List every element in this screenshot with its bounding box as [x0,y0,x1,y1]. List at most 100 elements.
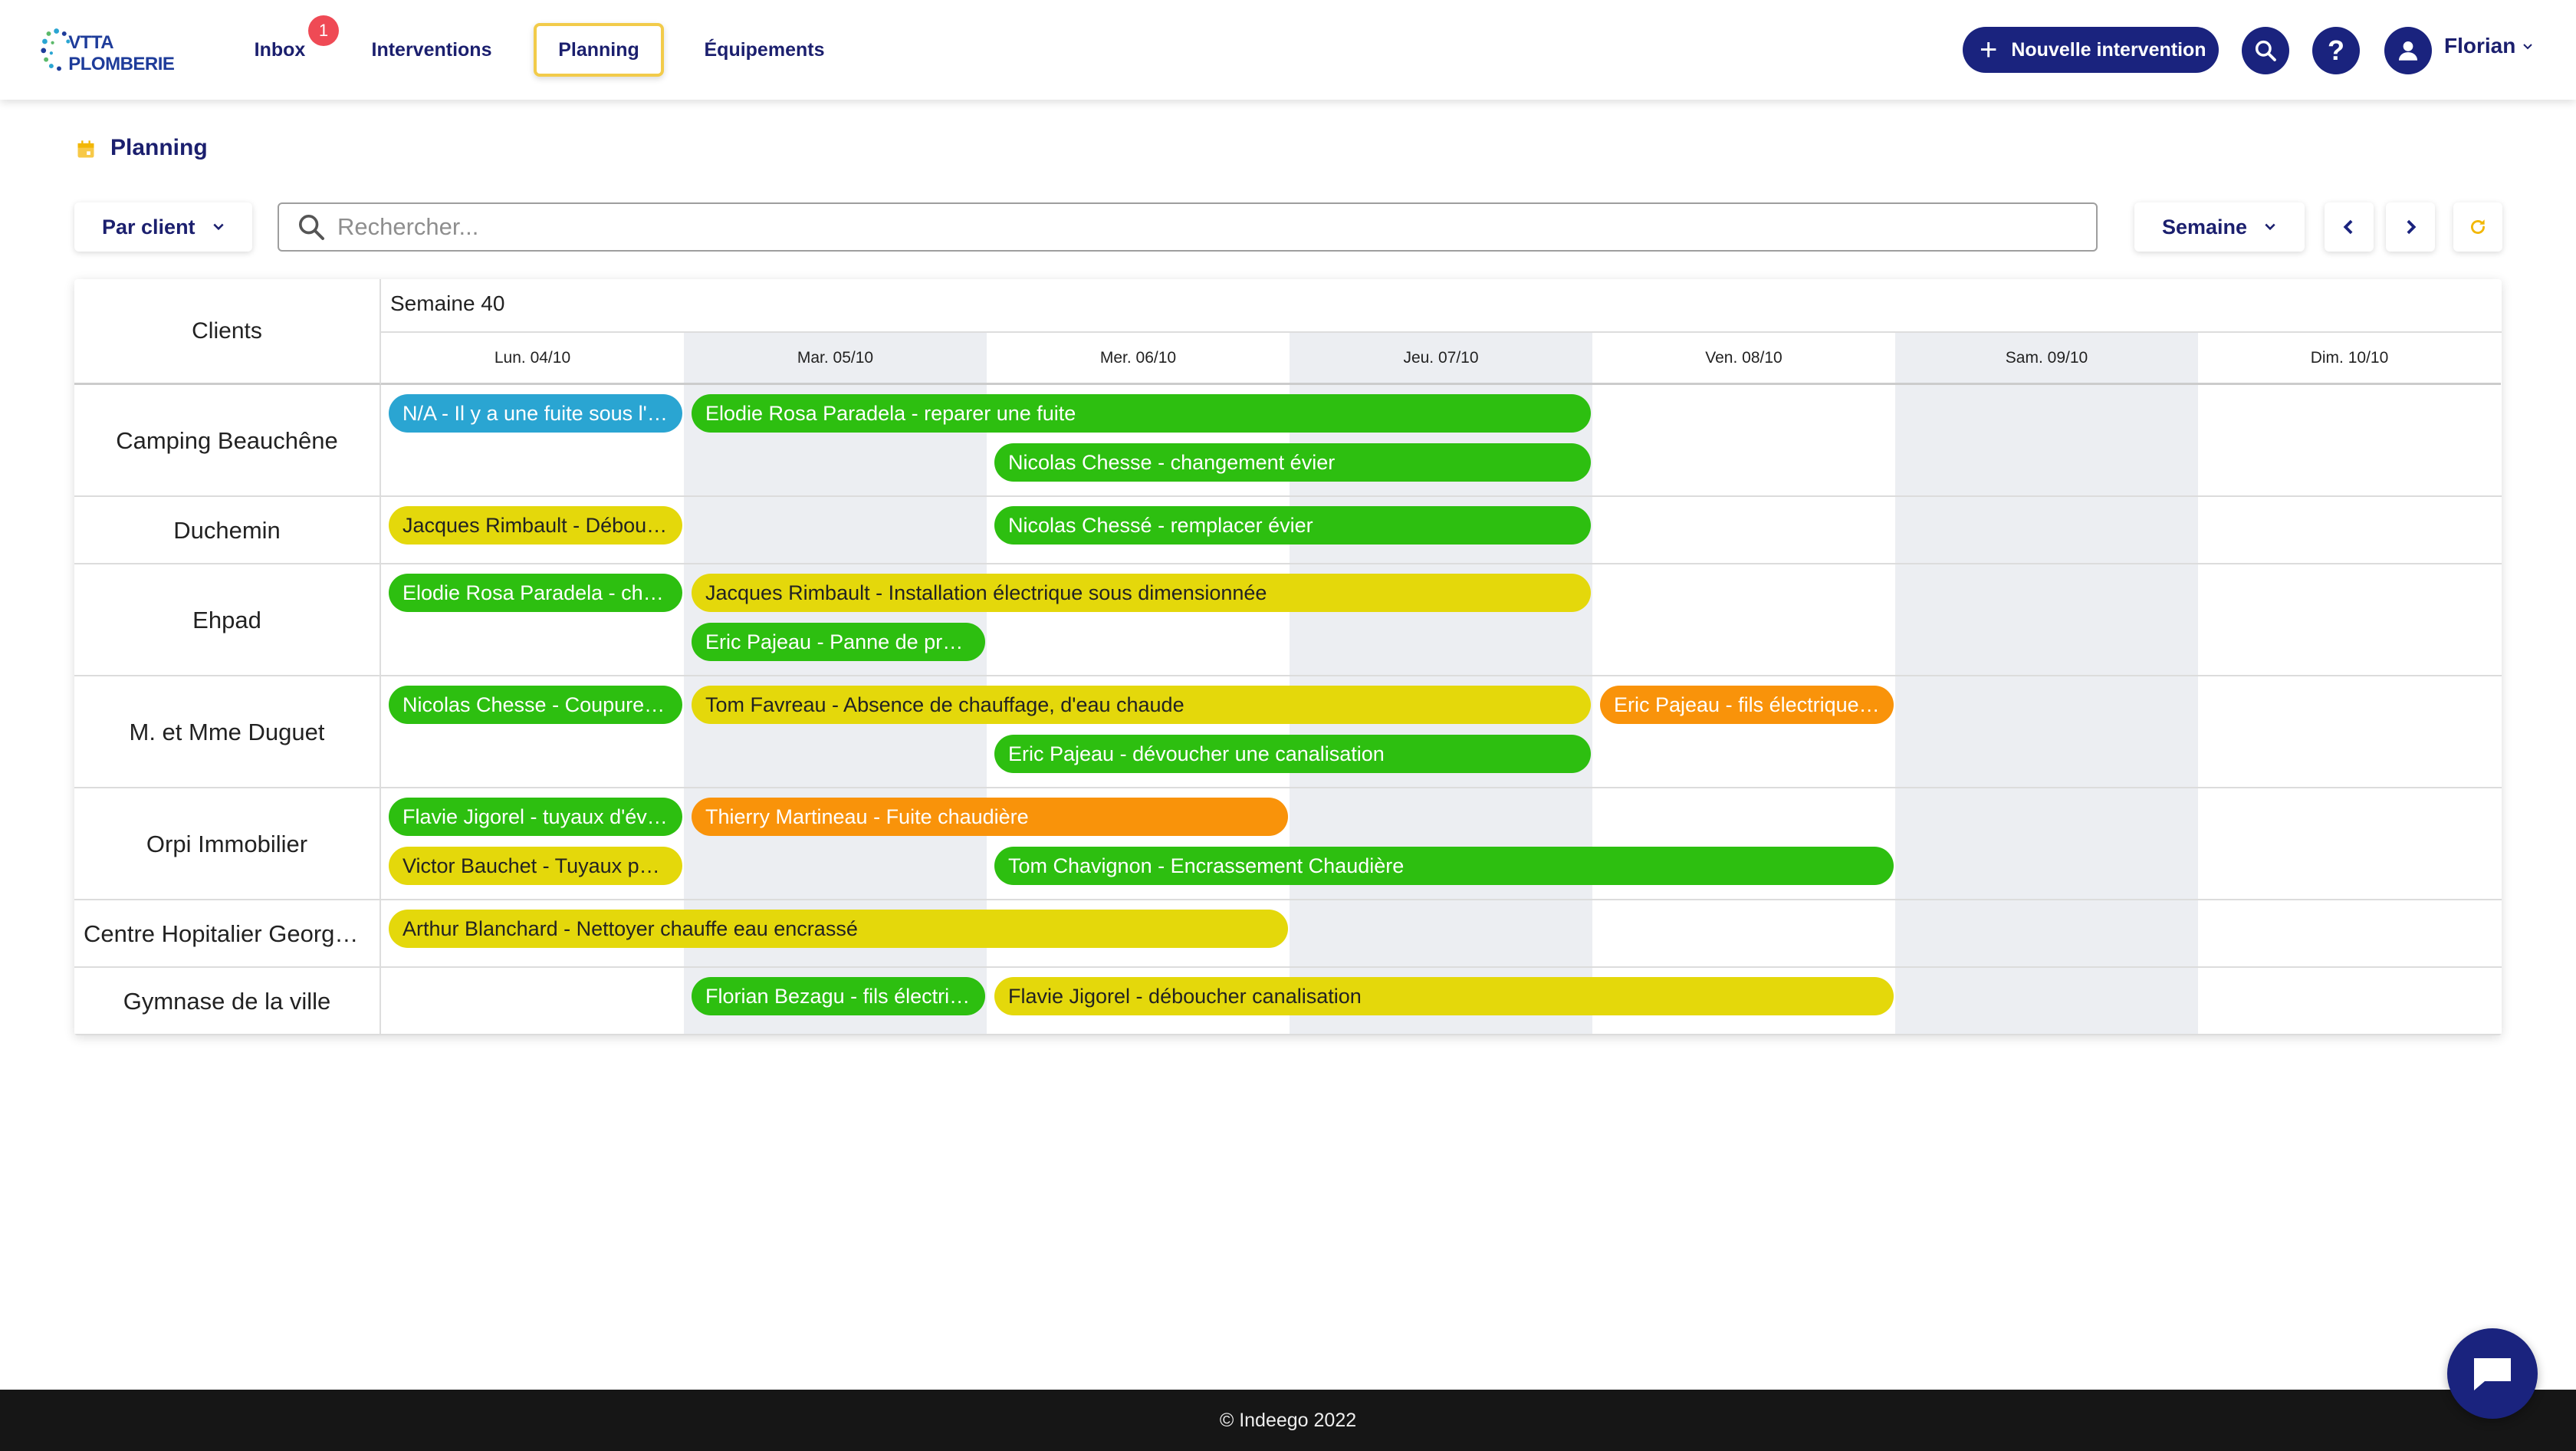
chat-icon [2474,1358,2511,1390]
client-row-name[interactable]: Orpi Immobilier [74,788,381,900]
intervention-label: Nicolas Chesse - Coupure d'eau [402,693,669,716]
clients-header: Clients [74,279,381,385]
intervention-event[interactable]: Tom Favreau - Absence de chauffage, d'ea… [692,686,1591,724]
next-week-button[interactable] [2386,202,2435,252]
footer: © Indeego 2022 [0,1390,2576,1451]
search-field[interactable] [278,202,2098,252]
day-header: Lun. 04/10 [381,333,684,385]
intervention-label: Elodie Rosa Paradela - changer robinet [402,581,669,604]
intervention-event[interactable]: Nicolas Chesse - Coupure d'eau [389,686,682,724]
search-button[interactable] [2242,27,2289,74]
intervention-label: Eric Pajeau - fils électriques dénudés [1614,693,1880,716]
chevron-down-icon[interactable] [2522,41,2533,52]
chevron-right-icon [2407,219,2417,235]
search-input[interactable] [337,213,2024,241]
intervention-event[interactable]: Thierry Martineau - Fuite chaudière [692,798,1288,836]
row-divider [74,563,2502,564]
intervention-label: Jacques Rimbault - Déboucher canalisatio… [402,513,669,537]
group-by-value: Par client [102,215,196,239]
new-intervention-button[interactable]: + Nouvelle intervention [1963,27,2219,73]
intervention-label: Arthur Blanchard - Nettoyer chauffe eau … [402,916,858,940]
intervention-label: Florian Bezagu - fils électriques [705,984,971,1008]
intervention-label: Flavie Jigorel - déboucher canalisation [1008,984,1362,1008]
row-divider [74,675,2502,676]
brand-logo[interactable]: VTTA PLOMBERIE [38,20,199,80]
row-divider [74,966,2502,968]
day-column-shade [1290,333,1592,1035]
client-name-label: Gymnase de la ville [123,988,331,1015]
intervention-label: Tom Chavignon - Encrassement Chaudière [1008,854,1405,877]
intervention-label: Tom Favreau - Absence de chauffage, d'ea… [705,693,1184,716]
refresh-button[interactable] [2453,202,2502,252]
intervention-event[interactable]: Eric Pajeau - fils électriques dénudés [1600,686,1894,724]
plus-icon: + [1980,33,1998,67]
refresh-icon [2471,219,2485,234]
client-row-name[interactable]: Camping Beauchêne [74,385,381,497]
intervention-event[interactable]: Jacques Rimbault - Déboucher canalisatio… [389,506,682,545]
intervention-event[interactable]: Elodie Rosa Paradela - reparer une fuite [692,394,1591,433]
client-name-label: M. et Mme Duguet [129,719,325,745]
day-column-shade [1895,333,2198,1035]
top-bar: VTTA PLOMBERIE Inbox 1 Interventions Pla… [0,0,2576,100]
group-by-select[interactable]: Par client [74,202,252,252]
week-label: Semaine 40 [390,291,505,315]
page-title: Planning [110,135,208,160]
help-button[interactable]: ? [2312,27,2360,74]
client-row-name[interactable]: Ehpad [74,564,381,676]
calendar-icon [77,140,94,158]
chevron-down-icon [2265,223,2275,231]
planning-grid: Clients Semaine 40 Lun. 04/10 Mar. 05/10 M… [74,279,2502,1035]
day-header: Mar. 05/10 [684,333,987,385]
client-name-label: Centre Hopitalier Georges Mazurelle [84,920,370,947]
inbox-badge: 1 [308,15,339,46]
intervention-label: Thierry Martineau - Fuite chaudière [705,804,1029,828]
day-header: Ven. 08/10 [1592,333,1895,385]
intervention-event[interactable]: Nicolas Chessé - remplacer évier [994,506,1591,545]
intervention-event[interactable]: Flavie Jigorel - tuyaux d'évacuation [389,798,682,836]
intervention-event[interactable]: Elodie Rosa Paradela - changer robinet [389,574,682,612]
nav-inbox[interactable]: Inbox [245,23,314,77]
day-header: Sam. 09/10 [1895,333,2198,385]
intervention-event[interactable]: Victor Bauchet - Tuyaux percés [389,847,682,885]
previous-week-button[interactable] [2325,202,2374,252]
help-icon: ? [2328,35,2344,66]
new-intervention-label: Nouvelle intervention [2011,38,2206,61]
intervention-event[interactable]: Tom Chavignon - Encrassement Chaudière [994,847,1894,885]
intervention-label: Eric Pajeau - dévoucher une canalisation [1008,742,1385,765]
client-row-name[interactable]: Duchemin [74,497,381,564]
intervention-event[interactable]: N/A - Il y a une fuite sous l'évier [389,394,682,433]
nav-equipements[interactable]: Équipements [699,23,830,77]
row-divider [74,495,2502,497]
search-icon [2255,40,2276,61]
user-avatar[interactable] [2384,27,2432,74]
chevron-down-icon [212,223,224,231]
nav-interventions[interactable]: Interventions [366,23,497,77]
intervention-event[interactable]: Jacques Rimbault - Installation électriq… [692,574,1591,612]
intervention-event[interactable]: Eric Pajeau - Panne de pression [692,623,985,661]
client-name-label: Duchemin [173,517,281,544]
client-row-name[interactable]: Centre Hopitalier Georges Mazurelle [74,900,381,968]
client-row-name[interactable]: Gymnase de la ville [74,968,381,1035]
row-divider [74,899,2502,900]
client-name-label: Camping Beauchêne [116,427,338,454]
intervention-label: Jacques Rimbault - Installation électriq… [705,581,1267,604]
intervention-event[interactable]: Arthur Blanchard - Nettoyer chauffe eau … [389,910,1288,948]
intervention-event[interactable]: Flavie Jigorel - déboucher canalisation [994,977,1894,1015]
intervention-event[interactable]: Eric Pajeau - dévoucher une canalisation [994,735,1591,773]
row-divider [74,787,2502,788]
chevron-left-icon [2343,219,2353,235]
brand-name: VTTA PLOMBERIE [68,32,175,74]
intervention-event[interactable]: Florian Bezagu - fils électriques [692,977,985,1015]
user-name[interactable]: Florian [2444,34,2515,58]
client-row-name[interactable]: M. et Mme Duguet [74,676,381,788]
search-icon [299,215,324,240]
intervention-label: Flavie Jigorel - tuyaux d'évacuation [402,804,669,828]
view-mode-value: Semaine [2162,215,2248,239]
day-header: Jeu. 07/10 [1290,333,1592,385]
intervention-event[interactable]: Nicolas Chesse - changement évier [994,443,1591,482]
chat-button[interactable] [2447,1328,2538,1419]
client-name-label: Ehpad [192,607,261,633]
nav-planning[interactable]: Planning [534,23,664,77]
intervention-label: Elodie Rosa Paradela - reparer une fuite [705,401,1076,425]
view-mode-select[interactable]: Semaine [2134,202,2305,252]
